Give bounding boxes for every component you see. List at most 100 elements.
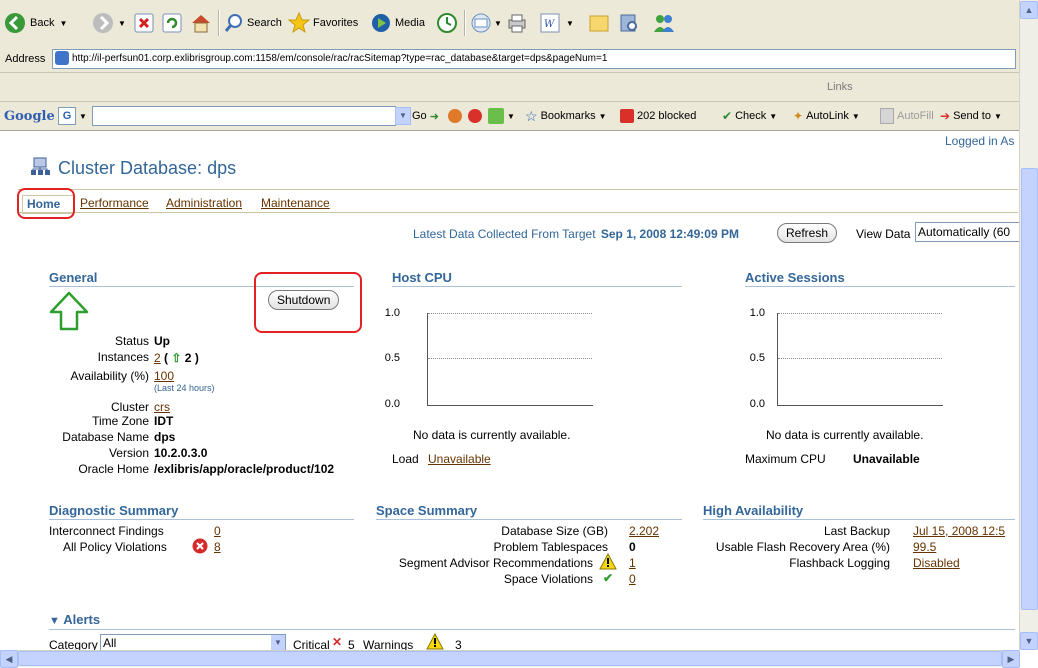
google-options-button[interactable]: ▼ (488, 107, 515, 125)
category-value: All (103, 636, 117, 650)
view-data-select[interactable]: Automatically (60 (915, 222, 1023, 242)
mail-button[interactable]: ▼ (470, 10, 502, 36)
history-button[interactable] (436, 10, 458, 36)
category-dropdown-icon: ▼ (271, 635, 285, 651)
scroll-left-button[interactable]: ◀ (0, 650, 18, 668)
flashback-logging-link[interactable]: Disabled (913, 556, 960, 570)
availability-note: (Last 24 hours) (154, 383, 215, 393)
instances-link[interactable]: 2 (154, 351, 161, 365)
active-sessions-ytick-1: 1.0 (749, 307, 765, 319)
edit-dropdown-icon[interactable]: ▼ (566, 19, 574, 28)
discuss-button[interactable] (588, 10, 610, 36)
send-to-button[interactable]: ➔ Send to ▼ (940, 107, 1002, 125)
google-news-button[interactable] (448, 107, 462, 125)
alerts-toggle[interactable]: ▼ Alerts (49, 612, 100, 627)
home-page-button[interactable] (190, 10, 212, 36)
media-label: Media (395, 17, 425, 29)
check-dropdown-icon: ▼ (769, 111, 778, 121)
autolink-button[interactable]: ✦ AutoLink ▼ (793, 107, 860, 125)
options-icon (488, 108, 504, 124)
bookmarks-label: Bookmarks (540, 110, 596, 122)
space-violations-link[interactable]: 0 (629, 572, 636, 586)
folder-icon (589, 15, 609, 32)
segment-advisor-link[interactable]: 1 (629, 556, 636, 570)
popup-blocker-button[interactable]: 202 blocked (620, 107, 696, 125)
bookmarks-button[interactable]: ☆ Bookmarks ▼ (525, 107, 607, 125)
edit-button[interactable]: W ▼ (540, 10, 574, 36)
google-logo[interactable]: Google (4, 107, 55, 125)
space-heading: Space Summary (376, 503, 478, 518)
links-label[interactable]: Links (827, 81, 853, 93)
google-g-menu-button[interactable]: G ▼ (58, 107, 87, 125)
forward-dropdown-icon[interactable]: ▼ (118, 19, 126, 28)
scroll-up-button[interactable]: ▲ (1020, 1, 1038, 19)
research-button[interactable] (618, 10, 640, 36)
db-size-link[interactable]: 2.202 (629, 524, 659, 538)
refresh-icon (162, 13, 182, 33)
scroll-right-button[interactable]: ▶ (1002, 650, 1020, 668)
favorites-star-icon (288, 12, 310, 34)
ha-heading: High Availability (703, 503, 804, 518)
address-input[interactable]: http://il-perfsun01.corp.exlibrisgroup.c… (52, 49, 1016, 69)
last-backup-link[interactable]: Jul 15, 2008 12:5 (913, 524, 1005, 538)
google-g-icon: G (58, 107, 76, 125)
print-button[interactable] (506, 10, 528, 36)
page-title: Cluster Database: dps (58, 158, 237, 178)
instances-value-group: 2 ( ⇧ 2 ) (154, 351, 199, 365)
policy-violations-link[interactable]: 8 (214, 540, 221, 554)
instance-up-arrow-icon: ⇧ (171, 351, 182, 365)
availability-link[interactable]: 100 (154, 369, 174, 383)
back-arrow-icon (5, 13, 25, 33)
browser-toolbar: Back ▼ ▼ Search Favorites Media ▼ W ▼ (0, 0, 1019, 47)
back-label: Back (30, 17, 55, 29)
pagerank-icon (468, 109, 482, 123)
tab-administration[interactable]: Administration (166, 196, 242, 210)
scroll-down-icon: ▼ (1024, 636, 1034, 646)
interconnect-link[interactable]: 0 (214, 524, 221, 538)
refresh-label: Refresh (786, 226, 829, 240)
scroll-right-icon: ▶ (1007, 653, 1015, 664)
messenger-people-icon (654, 15, 674, 32)
triangle-down-icon: ▼ (49, 615, 60, 627)
stop-button[interactable] (134, 10, 154, 36)
mail-dropdown-icon[interactable]: ▼ (494, 19, 502, 28)
tab-performance[interactable]: Performance (80, 196, 149, 210)
last-backup-label: Last Backup (823, 524, 890, 538)
dbname-value: dps (154, 430, 176, 444)
active-sessions-ytick-3: 0.0 (749, 398, 765, 410)
cluster-database-icon (31, 157, 50, 175)
autofill-button[interactable]: AutoFill (880, 107, 934, 125)
interconnect-label: Interconnect Findings (49, 524, 164, 538)
horizontal-scroll-thumb[interactable] (18, 651, 1002, 666)
space-underline (376, 519, 682, 520)
refresh-page-button[interactable] (162, 10, 182, 36)
segment-advisor-label: Segment Advisor Recommendations (398, 556, 593, 570)
sendto-dropdown-icon: ▼ (993, 111, 1002, 121)
scroll-down-button[interactable]: ▼ (1020, 632, 1038, 650)
search-button[interactable]: Search (224, 10, 282, 36)
tab-maintenance[interactable]: Maintenance (261, 196, 330, 210)
google-go-button[interactable]: Go ➜ (412, 107, 439, 125)
google-toolbar: Google G ▼ ▼ Go ➜ ▼ ☆ Bookmarks ▼ 202 bl… (0, 102, 1019, 131)
host-cpu-plot-area (427, 313, 593, 406)
autofill-label: AutoFill (897, 110, 934, 122)
vertical-scroll-thumb[interactable] (1021, 168, 1038, 610)
media-button[interactable]: Media (370, 10, 425, 36)
spell-check-button[interactable]: ✔ Check ▼ (722, 107, 777, 125)
back-dropdown-icon[interactable]: ▼ (59, 19, 67, 28)
messenger-button[interactable] (652, 10, 676, 36)
google-pagerank-button[interactable] (468, 107, 482, 125)
refresh-button[interactable]: Refresh (777, 223, 838, 243)
google-search-input[interactable] (92, 106, 396, 126)
back-button[interactable]: Back ▼ (4, 10, 67, 36)
host-cpu-ytick-1: 1.0 (384, 307, 400, 319)
google-search-dropdown[interactable]: ▼ (395, 107, 411, 125)
toolbar-separator (464, 10, 466, 36)
load-unavailable-link[interactable]: Unavailable (428, 452, 491, 466)
version-label: Version (108, 446, 149, 460)
ie-page-icon (55, 51, 69, 66)
favorites-button[interactable]: Favorites (288, 10, 358, 36)
cluster-link[interactable]: crs (154, 400, 170, 414)
flash-recovery-link[interactable]: 99.5 (913, 540, 936, 554)
forward-button[interactable]: ▼ (92, 10, 126, 36)
